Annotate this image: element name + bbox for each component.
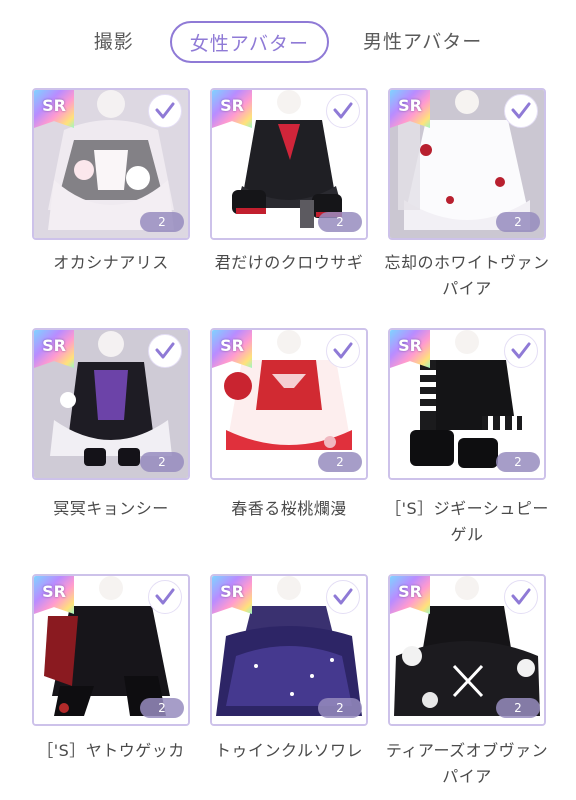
owned-count: 2 [140,698,184,718]
check-icon [504,580,538,614]
owned-count: 2 [496,452,540,472]
avatar-category-tabs: 撮影 女性アバター 男性アバター [0,0,576,84]
owned-count: 2 [318,452,362,472]
avatar-thumbnail: SR 2 [32,328,190,480]
avatar-card[interactable]: SR 2 [210,328,368,480]
avatar-card[interactable]: SR 2 [32,574,190,726]
avatar-card[interactable]: SR 2 [388,328,546,480]
avatar-thumbnail: SR 2 [210,574,368,726]
avatar-name: オカシナアリス [53,253,169,272]
owned-count: 2 [318,212,362,232]
avatar-card[interactable]: SR 2 [388,88,546,240]
avatar-thumbnail: SR 2 [32,574,190,726]
avatar-name: ［'S］ジギーシュピーゲル [385,499,549,544]
avatar-thumbnail: SR 2 [388,328,546,480]
check-icon [326,334,360,368]
tab-female-avatar[interactable]: 女性アバター [169,21,329,63]
avatar-name: 冥冥キョンシー [53,499,169,518]
check-icon [148,580,182,614]
check-icon [326,580,360,614]
avatar-thumbnail: SR 2 [32,88,190,240]
avatar-card[interactable]: SR 2 [32,88,190,240]
check-icon [504,94,538,128]
avatar-thumbnail: SR 2 [210,328,368,480]
check-icon [504,334,538,368]
avatar-card[interactable]: SR 2 [210,574,368,726]
tab-male-avatar[interactable]: 男性アバター [343,21,502,63]
avatar-name: ［'S］ヤトウゲッカ [37,741,185,760]
check-icon [326,94,360,128]
owned-count: 2 [496,212,540,232]
avatar-card[interactable]: SR 2 [32,328,190,480]
avatar-thumbnail: SR 2 [388,88,546,240]
avatar-name: 忘却のホワイトヴァンパイア [384,253,550,298]
avatar-thumbnail: SR 2 [388,574,546,726]
avatar-card[interactable]: SR 2 [388,574,546,726]
avatar-name: 君だけのクロウサギ [214,253,364,272]
avatar-thumbnail: SR 2 [210,88,368,240]
check-icon [148,94,182,128]
check-icon [148,334,182,368]
avatar-card[interactable]: SR 2 [210,88,368,240]
avatar-grid: SR 2 オカシナアリス SR 2 君だけのクロウサギ SR 2 忘却のホワイト… [0,84,576,800]
tab-photo[interactable]: 撮影 [74,21,154,63]
owned-count: 2 [140,212,184,232]
owned-count: 2 [496,698,540,718]
avatar-name: 春香る桜桃爛漫 [231,499,347,518]
avatar-name: ティアーズオブヴァンパイア [385,741,549,786]
owned-count: 2 [140,452,184,472]
owned-count: 2 [318,698,362,718]
avatar-name: トゥインクルソワレ [214,741,364,760]
